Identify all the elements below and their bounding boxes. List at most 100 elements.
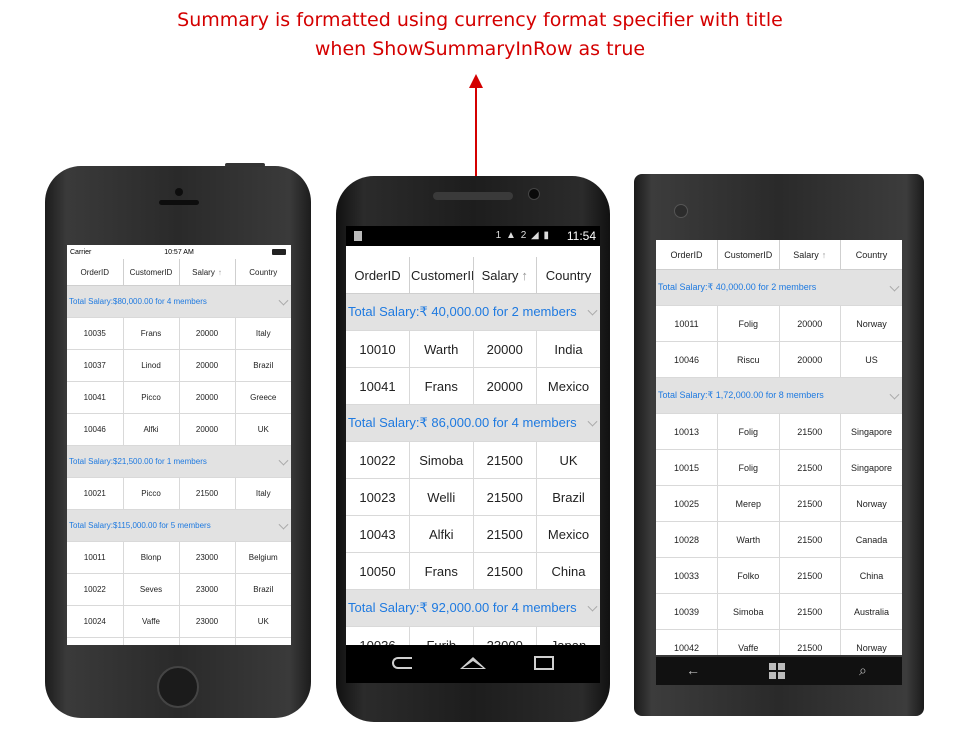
table-row[interactable]: 10011 Blonp 23000 Belgium — [67, 541, 291, 574]
summary-row[interactable]: Total Salary:$21,500.00 for 1 members — [67, 445, 291, 478]
android-table: OrderIDCustomerIDSalary↑CountryTotal Sal… — [346, 257, 600, 645]
column-header-label: CustomerID — [411, 267, 472, 283]
table-row[interactable]: 10041 Frans 20000 Mexico — [346, 367, 600, 405]
column-header-salary[interactable]: Salary ↑ — [179, 259, 236, 286]
cell-country: Brazil — [235, 349, 291, 382]
chevron-down-icon[interactable] — [587, 601, 598, 612]
cell-customerid: Folko — [123, 637, 180, 645]
column-header-country[interactable]: Country — [235, 259, 291, 286]
summary-cell: Total Salary:$21,500.00 for 1 members — [67, 445, 291, 478]
table-row[interactable]: 10035 Frans 20000 Italy — [67, 317, 291, 350]
chevron-down-icon[interactable] — [889, 389, 900, 400]
cell-country: Brazil — [536, 478, 600, 516]
cell-orderid: 10015 — [656, 449, 718, 486]
cell-customerid: Vaffe — [123, 605, 180, 638]
sort-arrow-icon: ↑ — [821, 249, 827, 260]
table-row[interactable]: 10039 Simoba 21500 Australia — [656, 593, 902, 630]
column-header-salary[interactable]: Salary ↑ — [779, 240, 841, 270]
summary-row[interactable]: Total Salary:₹ 40,000.00 for 2 members — [656, 269, 902, 306]
chevron-down-icon[interactable] — [587, 305, 598, 316]
windows-logo-icon[interactable] — [769, 663, 785, 679]
table-row[interactable]: 10015 Folig 21500 Singapore — [656, 449, 902, 486]
table-row[interactable]: 10046 Riscu 20000 US — [656, 341, 902, 378]
header-row: OrderIDCustomerIDSalary↑Country — [346, 257, 600, 294]
status-icons: 1 ▲ 2 ◢ ▮ — [495, 230, 550, 241]
column-header-orderid[interactable]: OrderID — [346, 257, 410, 294]
table-row[interactable]: 10037 Linod 20000 Brazil — [67, 349, 291, 382]
cell-salary: 23000 — [179, 637, 236, 645]
summary-row[interactable]: Total Salary:$115,000.00 for 5 members — [67, 509, 291, 542]
column-header-orderid[interactable]: OrderID — [67, 259, 124, 286]
chevron-down-icon[interactable] — [278, 295, 289, 306]
cell-salary: 21500 — [779, 557, 841, 594]
cell-orderid: 10046 — [67, 413, 124, 446]
table-row[interactable]: 10036 Furib 23000 Japan — [346, 626, 600, 645]
summary-text: Total Salary:$115,000.00 for 5 members — [69, 521, 211, 530]
cell-country: Canada — [840, 521, 902, 558]
android-screen: 1 ▲ 2 ◢ ▮ 11:54 OrderIDCustomerIDSalary↑… — [346, 226, 600, 645]
summary-row[interactable]: Total Salary:₹ 92,000.00 for 4 members — [346, 589, 600, 627]
table-row[interactable]: 10013 Folig 21500 Singapore — [656, 413, 902, 450]
cell-country: India — [536, 330, 600, 368]
table-row[interactable]: 10023 Welli 21500 Brazil — [346, 478, 600, 516]
table-row[interactable]: 10050 Frans 21500 China — [346, 552, 600, 590]
summary-row[interactable]: Total Salary:₹ 1,72,000.00 for 8 members — [656, 377, 902, 414]
column-header-label: Salary — [481, 267, 519, 283]
table-row[interactable]: 10022 Seves 23000 Brazil — [67, 573, 291, 606]
column-header-customerid[interactable]: CustomerID — [123, 259, 180, 286]
cell-orderid: 10010 — [346, 330, 410, 368]
summary-cell: Total Salary:₹ 1,72,000.00 for 8 members — [656, 377, 902, 414]
cell-salary: 20000 — [179, 413, 236, 446]
summary-row[interactable]: Total Salary:₹ 40,000.00 for 2 members — [346, 293, 600, 331]
cell-customerid: Vaffe — [717, 629, 780, 655]
summary-cell: Total Salary:₹ 40,000.00 for 2 members — [346, 293, 600, 331]
cell-orderid: 10050 — [346, 552, 410, 590]
cell-country: Japan — [536, 626, 600, 645]
cell-country: Norway — [840, 485, 902, 522]
table-row[interactable]: 10010 Warth 20000 India — [346, 330, 600, 368]
table-row[interactable]: 10025 Merep 21500 Norway — [656, 485, 902, 522]
summary-row[interactable]: Total Salary:₹ 86,000.00 for 4 members — [346, 404, 600, 442]
table-row[interactable]: 10028 Warth 21500 Canada — [656, 521, 902, 558]
cell-country: Italy — [235, 637, 291, 645]
chevron-down-icon[interactable] — [278, 519, 289, 530]
windows-search-icon[interactable]: ⌕ — [859, 662, 867, 679]
column-header-salary[interactable]: Salary ↑ — [473, 257, 537, 294]
cell-salary: 21500 — [473, 441, 537, 479]
cell-salary: 23000 — [473, 626, 537, 645]
table-row[interactable]: 10042 Vaffe 21500 Norway — [656, 629, 902, 655]
table-row[interactable]: 10045Folko23000Italy — [67, 637, 291, 645]
cell-customerid: Riscu — [717, 341, 780, 378]
summary-text: Total Salary:₹ 1,72,000.00 for 8 members — [658, 390, 824, 400]
table-row[interactable]: 10046 Alfki 20000 UK — [67, 413, 291, 446]
column-header-country[interactable]: Country — [840, 240, 902, 270]
android-recent-icon[interactable] — [534, 656, 554, 670]
cell-salary: 20000 — [179, 349, 236, 382]
chevron-down-icon[interactable] — [889, 281, 900, 292]
table-row[interactable]: 10041 Picco 20000 Greece — [67, 381, 291, 414]
chevron-down-icon[interactable] — [587, 416, 598, 427]
table-row[interactable]: 10021 Picco 21500 Italy — [67, 477, 291, 510]
android-home-icon-inner — [463, 661, 483, 668]
table-row[interactable]: 10022 Simoba 21500 UK — [346, 441, 600, 479]
chevron-down-icon[interactable] — [278, 455, 289, 466]
column-header-customerid[interactable]: CustomerID — [409, 257, 474, 294]
caption: Summary is formatted using currency form… — [130, 6, 830, 64]
column-header-country[interactable]: Country — [536, 257, 600, 294]
home-button[interactable] — [157, 666, 199, 708]
summary-row[interactable]: Total Salary:$80,000.00 for 4 members — [67, 285, 291, 318]
cell-country: Australia — [840, 593, 902, 630]
table-row[interactable]: 10024 Vaffe 23000 UK — [67, 605, 291, 638]
table-row[interactable]: 10011 Folig 20000 Norway — [656, 305, 902, 342]
speaker — [159, 200, 199, 205]
column-header-customerid[interactable]: CustomerID — [717, 240, 780, 270]
cell-salary: 20000 — [473, 330, 537, 368]
android-datagrid: OrderIDCustomerIDSalary↑CountryTotal Sal… — [346, 257, 600, 645]
windows-back-icon[interactable]: ← — [686, 662, 700, 678]
cell-country: Greece — [235, 381, 291, 414]
table-row[interactable]: 10033 Folko 21500 China — [656, 557, 902, 594]
cell-orderid: 10021 — [67, 477, 124, 510]
android-back-icon[interactable] — [392, 657, 412, 669]
column-header-orderid[interactable]: OrderID — [656, 240, 718, 270]
table-row[interactable]: 10043 Alfki 21500 Mexico — [346, 515, 600, 553]
